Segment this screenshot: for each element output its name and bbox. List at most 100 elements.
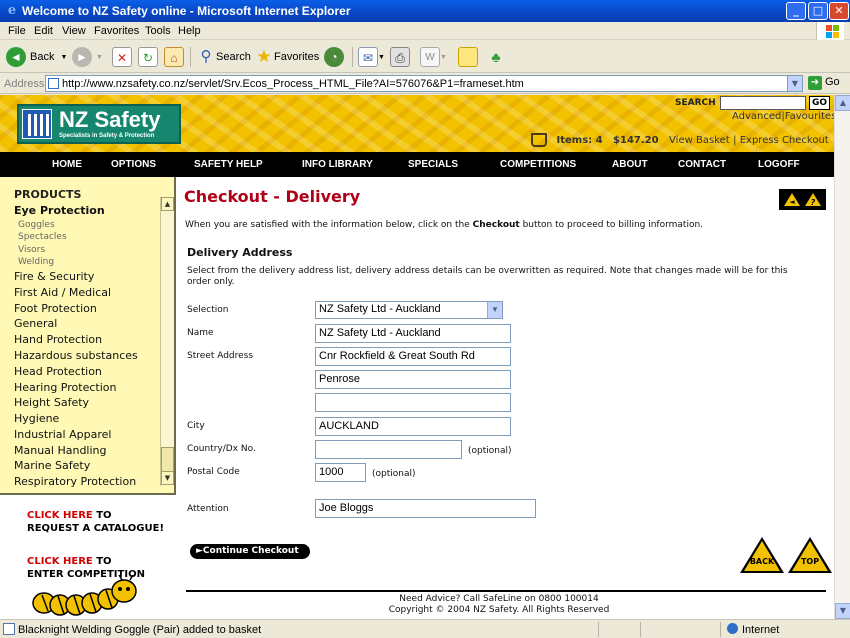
favourites-link[interactable]: Favourites bbox=[785, 111, 834, 122]
menu-tools[interactable]: Tools bbox=[145, 25, 171, 37]
previous-icon[interactable]: ◄ bbox=[783, 192, 801, 207]
stop-button[interactable]: ✕ bbox=[112, 45, 132, 69]
name-input[interactable]: NZ Safety Ltd - Auckland bbox=[315, 324, 511, 343]
nav-competitions[interactable]: COMPETITIONS bbox=[500, 159, 576, 170]
nav-options[interactable]: OPTIONS bbox=[111, 159, 156, 170]
star-icon: ★ bbox=[256, 47, 272, 66]
category-item[interactable]: Manual Handling bbox=[14, 444, 107, 457]
attention-input[interactable]: Joe Bloggs bbox=[315, 499, 536, 518]
city-input[interactable]: AUCKLAND bbox=[315, 417, 511, 436]
category-item[interactable]: Foot Protection bbox=[14, 302, 97, 315]
express-checkout-link[interactable]: Express Checkout bbox=[740, 135, 829, 146]
nav-info-library[interactable]: INFO LIBRARY bbox=[302, 159, 373, 170]
back-dropdown-icon[interactable]: ▼ bbox=[60, 54, 67, 61]
nav-about[interactable]: ABOUT bbox=[612, 159, 648, 170]
category-item[interactable]: Head Protection bbox=[14, 365, 102, 378]
page-scroll-down-icon[interactable]: ▼ bbox=[835, 603, 850, 619]
dropdown-arrow-icon[interactable]: ▼ bbox=[487, 302, 502, 318]
search-label: SEARCH bbox=[675, 98, 716, 108]
section-title: Delivery Address bbox=[187, 246, 293, 259]
nav-contact[interactable]: CONTACT bbox=[678, 159, 726, 170]
continue-checkout-button[interactable]: ►Continue Checkout bbox=[190, 544, 310, 559]
category-item[interactable]: Hygiene bbox=[14, 412, 59, 425]
edit-button[interactable]: W ▼ bbox=[420, 45, 447, 69]
nav-specials[interactable]: SPECIALS bbox=[408, 159, 458, 170]
catalogue-click-here[interactable]: CLICK HERE bbox=[27, 510, 93, 521]
minimize-button[interactable]: _ bbox=[786, 2, 806, 20]
subcategory-goggles[interactable]: Goggles bbox=[18, 220, 55, 230]
address-input[interactable]: http://www.nzsafety.co.nz/servlet/Srv.Ec… bbox=[45, 75, 803, 92]
page-scrollbar[interactable]: ▲ ▼ bbox=[834, 95, 850, 619]
go-label: Go bbox=[825, 76, 840, 88]
address-dropdown-icon[interactable]: ▼ bbox=[787, 76, 802, 91]
nz-safety-logo[interactable]: NZ Safety Specialists in Safety & Protec… bbox=[17, 104, 181, 144]
back-to-previous-button[interactable]: BACK bbox=[740, 537, 784, 573]
scroll-up-icon[interactable]: ▲ bbox=[161, 197, 174, 211]
site-search-go-button[interactable]: GO bbox=[809, 96, 830, 110]
country-label: Country/Dx No. bbox=[187, 444, 256, 454]
catalogue-text: REQUEST A CATALOGUE! bbox=[27, 523, 165, 534]
help-icon[interactable]: ? bbox=[804, 192, 822, 207]
subcategory-spectacles[interactable]: Spectacles bbox=[18, 232, 67, 242]
back-button[interactable]: ◄ Back ▼ bbox=[6, 45, 67, 69]
subcategory-welding[interactable]: Welding bbox=[18, 257, 54, 267]
category-item[interactable]: Height Safety bbox=[14, 396, 89, 409]
competition-to: TO bbox=[92, 556, 112, 567]
intro-after: button to proceed to billing information… bbox=[519, 220, 704, 230]
mail-button[interactable]: ✉ ▼ bbox=[358, 45, 385, 69]
category-item[interactable]: General bbox=[14, 317, 57, 330]
refresh-button[interactable]: ↻ bbox=[138, 45, 158, 69]
address-url[interactable]: http://www.nzsafety.co.nz/servlet/Srv.Ec… bbox=[62, 78, 524, 90]
page-status-icon bbox=[3, 623, 15, 635]
subcategory-visors[interactable]: Visors bbox=[18, 245, 45, 255]
street-label: Street Address bbox=[187, 351, 254, 361]
search-button[interactable]: ⚲ Search bbox=[196, 45, 251, 69]
messenger-button[interactable]: ♣ bbox=[486, 45, 506, 69]
menu-edit[interactable]: Edit bbox=[34, 25, 53, 37]
menu-favorites[interactable]: Favorites bbox=[94, 25, 139, 37]
toolbar-separator bbox=[190, 47, 191, 67]
street-line2-input[interactable]: Penrose bbox=[315, 370, 511, 389]
menu-view[interactable]: View bbox=[62, 25, 86, 37]
menu-help[interactable]: Help bbox=[178, 25, 201, 37]
nav-home[interactable]: HOME bbox=[52, 159, 82, 170]
sidebar-scrollbar[interactable]: ▲ ▼ bbox=[160, 197, 174, 486]
favorites-button[interactable]: ★ Favorites bbox=[254, 45, 319, 69]
menu-file[interactable]: File bbox=[8, 25, 26, 37]
advanced-link[interactable]: Advanced bbox=[732, 111, 781, 122]
close-button[interactable]: ✕ bbox=[829, 2, 849, 20]
maximize-button[interactable]: □ bbox=[808, 2, 828, 20]
country-input[interactable] bbox=[315, 440, 462, 459]
back-to-top-button[interactable]: TOP bbox=[788, 537, 832, 573]
category-item[interactable]: Hazardous substances bbox=[14, 349, 138, 362]
site-search-input[interactable] bbox=[720, 96, 806, 110]
history-button[interactable]: ◔ bbox=[324, 45, 348, 69]
page-scroll-up-icon[interactable]: ▲ bbox=[835, 95, 850, 111]
status-bar: Blacknight Welding Goggle (Pair) added t… bbox=[0, 619, 850, 638]
category-item[interactable]: Fire & Security bbox=[14, 270, 94, 283]
intro-text: When you are satisfied with the informat… bbox=[185, 220, 703, 230]
nav-logoff[interactable]: LOGOFF bbox=[758, 159, 800, 170]
nav-safety-help[interactable]: SAFETY HELP bbox=[194, 159, 263, 170]
category-item[interactable]: Hand Protection bbox=[14, 333, 102, 346]
street-line1-input[interactable]: Cnr Rockfield & Great South Rd bbox=[315, 347, 511, 366]
street-line3-input[interactable] bbox=[315, 393, 511, 412]
catalogue-promo[interactable]: CLICK HERE TO REQUEST A CATALOGUE! bbox=[27, 509, 164, 535]
home-button[interactable]: ⌂ bbox=[164, 45, 184, 69]
toolbar-separator bbox=[352, 47, 353, 67]
category-item[interactable]: First Aid / Medical bbox=[14, 286, 111, 299]
scroll-down-icon[interactable]: ▼ bbox=[161, 471, 174, 485]
postal-input[interactable]: 1000 bbox=[315, 463, 366, 482]
go-button[interactable]: ➜ Go bbox=[808, 76, 840, 90]
category-item[interactable]: Respiratory Protection bbox=[14, 475, 136, 488]
address-selection-dropdown[interactable]: NZ Safety Ltd - Auckland ▼ bbox=[315, 301, 503, 319]
category-item[interactable]: Industrial Apparel bbox=[14, 428, 111, 441]
competition-click-here[interactable]: CLICK HERE bbox=[27, 556, 93, 567]
view-basket-link[interactable]: View Basket bbox=[669, 135, 730, 146]
category-eye-protection[interactable]: Eye Protection bbox=[14, 204, 105, 217]
category-item[interactable]: Hearing Protection bbox=[14, 381, 116, 394]
category-item[interactable]: Marine Safety bbox=[14, 459, 90, 472]
discuss-button[interactable] bbox=[458, 45, 478, 69]
print-button[interactable]: ⎙ bbox=[390, 45, 410, 69]
forward-button[interactable]: ► ▼ bbox=[72, 45, 103, 69]
